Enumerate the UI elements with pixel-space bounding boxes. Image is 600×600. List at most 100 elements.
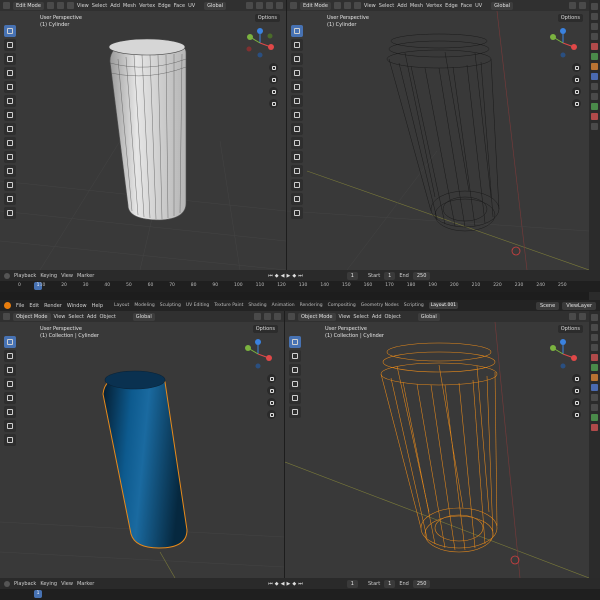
face-select-icon[interactable] [353, 2, 361, 9]
loop-cut-icon[interactable] [291, 179, 303, 191]
move-icon[interactable] [4, 364, 16, 376]
cylinder-mesh-wireframe[interactable] [385, 31, 505, 241]
hand-icon[interactable] [572, 386, 581, 395]
rotate-icon[interactable] [4, 378, 16, 390]
knife-icon[interactable] [291, 193, 303, 205]
tab-layout-001[interactable]: Layout.001 [428, 302, 459, 309]
end-field[interactable]: 250 [412, 271, 431, 280]
cube-icon[interactable] [3, 2, 10, 9]
data-tab-icon[interactable] [591, 414, 598, 421]
tab-modeling[interactable]: Modeling [134, 303, 154, 308]
face-select-icon[interactable] [66, 2, 74, 9]
scene-tab-icon[interactable] [591, 43, 598, 50]
clock-icon[interactable] [4, 580, 10, 587]
cursor-3d-icon[interactable] [4, 350, 16, 362]
menu-mesh[interactable]: Mesh [123, 3, 136, 9]
timeline-ruler[interactable]: 1 0 10 20 30 40 50 60 70 80 90 100 110 120 130 140 150 1… [0, 281, 600, 292]
tab-compositing[interactable]: Compositing [328, 303, 356, 308]
inset-icon[interactable] [4, 151, 16, 163]
prev-key-icon[interactable]: ◆ [275, 273, 279, 279]
material-tab-icon[interactable] [591, 113, 598, 120]
menu-keying[interactable]: Keying [40, 581, 57, 587]
view-layer-selector[interactable]: ViewLayer [562, 301, 596, 310]
menu-select[interactable]: Select [379, 3, 394, 9]
shading-icon[interactable] [274, 313, 281, 320]
scene-selector[interactable]: Scene [535, 301, 560, 310]
camera-icon[interactable] [572, 87, 581, 96]
cube-icon[interactable] [3, 313, 10, 320]
tab-geometry-nodes[interactable]: Geometry Nodes [361, 303, 399, 308]
menu-view[interactable]: View [61, 581, 73, 587]
output-tab-icon[interactable] [591, 23, 598, 30]
cursor-icon[interactable] [4, 25, 16, 37]
menu-add[interactable]: Add [87, 314, 97, 320]
scale-icon[interactable] [4, 81, 16, 93]
vertex-select-icon[interactable] [46, 2, 54, 9]
menu-face[interactable]: Face [461, 3, 472, 9]
menu-edit[interactable]: Edit [29, 303, 39, 309]
menu-edge[interactable]: Edge [158, 3, 171, 9]
menu-view[interactable]: View [54, 314, 66, 320]
shading-icon[interactable] [579, 2, 586, 9]
shading-icon[interactable] [579, 313, 586, 320]
render-tab-icon[interactable] [591, 13, 598, 20]
loop-cut-icon[interactable] [4, 179, 16, 191]
axis-gizmo[interactable] [547, 27, 579, 59]
menu-view[interactable]: View [77, 3, 89, 9]
rotate-icon[interactable] [4, 67, 16, 79]
next-key-icon[interactable]: ◆ [292, 273, 296, 279]
transform-icon[interactable] [291, 95, 303, 107]
snap-icon[interactable] [254, 313, 261, 320]
texture-tab-icon[interactable] [591, 123, 598, 130]
scene-tab-icon[interactable] [591, 354, 598, 361]
orientation-dropdown[interactable]: Global [204, 1, 227, 10]
camera-icon[interactable] [267, 398, 276, 407]
orientation-dropdown[interactable]: Global [132, 312, 155, 321]
menu-mesh[interactable]: Mesh [410, 3, 423, 9]
material-tab-icon[interactable] [591, 424, 598, 431]
cube-icon[interactable] [288, 313, 295, 320]
transform-icon[interactable] [4, 406, 16, 418]
inset-icon[interactable] [291, 151, 303, 163]
ruler-icon[interactable] [291, 123, 303, 135]
orientation-dropdown[interactable]: Global [491, 1, 514, 10]
menu-marker[interactable]: Marker [77, 273, 94, 279]
output-tab-icon[interactable] [591, 334, 598, 341]
clock-icon[interactable] [4, 272, 10, 279]
object-tab-icon[interactable] [591, 63, 598, 70]
jump-end-icon[interactable]: ⏭ [298, 581, 303, 587]
move-icon[interactable] [4, 53, 16, 65]
menu-vertex[interactable]: Vertex [426, 3, 442, 9]
annotate-icon[interactable] [4, 420, 16, 432]
menu-playback[interactable]: Playback [14, 273, 36, 279]
modifier-tab-icon[interactable] [591, 73, 598, 80]
menu-uv[interactable]: UV [188, 3, 195, 9]
cylinder-object-wireframe[interactable] [377, 340, 507, 560]
view-layer-tab-icon[interactable] [591, 344, 598, 351]
menu-select[interactable]: Select [353, 314, 368, 320]
menu-select[interactable]: Select [68, 314, 83, 320]
tool-tab-icon[interactable] [591, 3, 598, 10]
start-field[interactable]: 1 [384, 579, 396, 588]
extrude-icon[interactable] [291, 137, 303, 149]
cylinder-mesh-solid[interactable] [100, 33, 220, 233]
overlay-icon[interactable] [264, 313, 271, 320]
scale-icon[interactable] [4, 392, 16, 404]
menu-render[interactable]: Render [44, 303, 62, 309]
options-button[interactable]: Options [254, 14, 280, 22]
annotate-icon[interactable] [291, 109, 303, 121]
axis-gizmo[interactable] [244, 27, 276, 59]
bevel-icon[interactable] [291, 165, 303, 177]
edge-select-icon[interactable] [343, 2, 351, 9]
mode-dropdown[interactable]: Edit Mode [13, 1, 44, 10]
tab-sculpting[interactable]: Sculpting [160, 303, 181, 308]
magnifier-icon[interactable] [267, 374, 276, 383]
options-button[interactable]: Options [557, 14, 583, 22]
jump-start-icon[interactable]: ⏮ [268, 581, 273, 587]
particles-tab-icon[interactable] [591, 83, 598, 90]
view-layer-tab-icon[interactable] [591, 33, 598, 40]
tab-shading[interactable]: Shading [248, 303, 266, 308]
vertex-select-icon[interactable] [333, 2, 341, 9]
move-icon[interactable] [289, 364, 301, 376]
transform-icon[interactable] [4, 95, 16, 107]
